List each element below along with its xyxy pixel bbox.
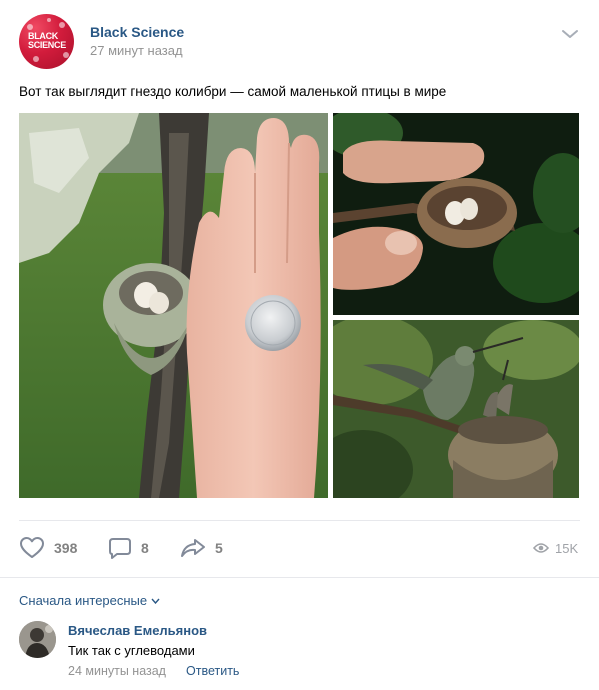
chevron-down-icon bbox=[151, 598, 160, 604]
chevron-down-icon[interactable] bbox=[561, 26, 579, 40]
views-count: 15K bbox=[555, 540, 579, 556]
post-header: BLACK SCIENCE Black Science 27 минут наз… bbox=[0, 0, 599, 80]
photo-nest-in-fingers[interactable] bbox=[333, 113, 579, 315]
photo-nest-with-hand[interactable] bbox=[19, 113, 328, 498]
share-button[interactable]: 5 bbox=[180, 530, 223, 566]
share-count: 5 bbox=[215, 540, 223, 556]
comment-author[interactable]: Вячеслав Емельянов bbox=[68, 623, 207, 638]
share-arrow-icon bbox=[181, 539, 205, 557]
like-count: 398 bbox=[54, 540, 78, 556]
comment-button[interactable]: 8 bbox=[108, 530, 149, 566]
like-button[interactable]: 398 bbox=[19, 530, 77, 566]
post-time[interactable]: 27 минут назад bbox=[90, 43, 183, 58]
comment-count: 8 bbox=[141, 540, 149, 556]
reply-button[interactable]: Ответить bbox=[186, 664, 239, 678]
post-actions: 398 8 5 15K bbox=[0, 530, 599, 566]
comment-text: Тик так с углеводами bbox=[68, 643, 195, 658]
divider bbox=[0, 577, 599, 578]
sort-label: Сначала интересные bbox=[19, 593, 148, 608]
post-author[interactable]: Black Science bbox=[90, 24, 184, 40]
comment-time[interactable]: 24 минуты назад bbox=[68, 664, 166, 678]
comment-sort-dropdown[interactable]: Сначала интересные bbox=[19, 593, 160, 608]
speech-bubble-icon bbox=[109, 538, 131, 559]
post-text: Вот так выглядит гнездо колибри — самой … bbox=[19, 84, 447, 99]
heart-icon bbox=[20, 537, 44, 558]
photo-hummingbird-with-chicks[interactable] bbox=[333, 320, 579, 498]
avatar[interactable] bbox=[19, 621, 56, 658]
eye-icon bbox=[533, 543, 549, 553]
group-logo-text: BLACK SCIENCE bbox=[28, 31, 66, 50]
group-avatar[interactable]: BLACK SCIENCE bbox=[19, 14, 74, 69]
views-counter: 15K bbox=[533, 530, 578, 566]
divider bbox=[19, 520, 580, 521]
